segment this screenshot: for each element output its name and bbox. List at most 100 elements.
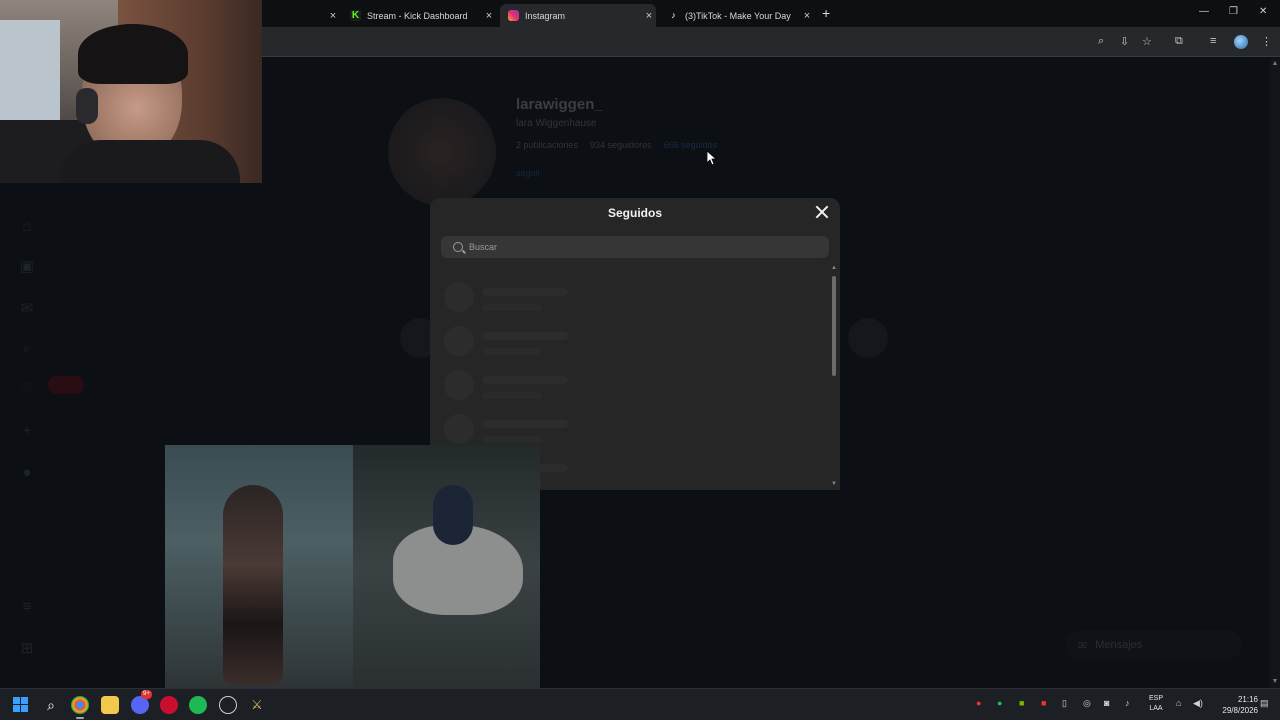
microphone-icon[interactable]: ♪ [1125, 698, 1130, 708]
media-control-icon[interactable]: ≡ [1210, 35, 1216, 47]
follow-button[interactable]: seguir [516, 168, 541, 178]
webcam-body [60, 140, 240, 183]
discord-badge: 9+ [141, 690, 152, 699]
profile-nav-icon[interactable]: ● [18, 464, 36, 482]
profile-picture[interactable] [388, 98, 496, 206]
spotify-icon[interactable] [189, 696, 207, 714]
tab-close-icon[interactable]: × [326, 10, 340, 22]
league-icon[interactable]: ⚔ [248, 696, 266, 714]
tab-title: (3)TikTok - Make Your Day [685, 10, 791, 21]
messenger-icon[interactable]: ✉ [18, 300, 36, 318]
restore-icon[interactable]: ❐ [1229, 6, 1238, 17]
install-app-icon[interactable]: ⇩ [1120, 35, 1129, 48]
steam-tray-icon[interactable]: ◎ [1083, 698, 1091, 709]
more-menu-icon[interactable]: ≡ [18, 598, 36, 616]
volume-icon[interactable]: ◀) [1193, 698, 1203, 709]
following-link[interactable]: 666 seguidos [664, 140, 718, 150]
windows-start-icon[interactable] [12, 696, 30, 714]
system-clock[interactable]: 21:16 29/8/2026 [1208, 694, 1258, 716]
lang-code: ESP [1148, 695, 1163, 702]
skeleton-avatar [444, 414, 474, 444]
skeleton-line [482, 392, 542, 399]
search-input[interactable] [469, 242, 809, 252]
create-icon[interactable]: + [18, 422, 36, 440]
headset-icon [76, 88, 98, 124]
search-box[interactable] [441, 236, 829, 258]
heart-icon[interactable]: ♡ [18, 380, 36, 398]
photo-overlay [165, 445, 540, 688]
nvidia-icon[interactable]: ■ [1019, 698, 1024, 708]
photo-person [223, 485, 283, 685]
scroll-up-arrow-icon[interactable]: ▲ [831, 265, 837, 271]
tab-instagram[interactable]: Instagram × [500, 4, 656, 27]
messages-button[interactable]: ✉ Mensajes [1066, 630, 1242, 660]
menu-kebab-icon[interactable]: ⋮ [1261, 35, 1272, 48]
file-explorer-icon[interactable] [101, 696, 119, 714]
red-tray-icon[interactable]: ■ [1041, 698, 1046, 708]
tiktok-icon: ♪ [671, 10, 676, 20]
meta-apps-icon[interactable]: ⊞ [18, 640, 36, 658]
clock-time: 21:16 [1237, 695, 1258, 704]
page-scroll-up-icon[interactable]: ▲ [1270, 60, 1280, 67]
new-tab-button[interactable]: + [822, 5, 830, 21]
skeleton-line [482, 420, 568, 428]
network-icon[interactable]: ⌂ [1176, 698, 1181, 708]
photo-polo [353, 445, 540, 688]
skeleton-line [482, 436, 542, 443]
search-nav-icon[interactable]: ⌕ [18, 340, 36, 358]
reels-icon[interactable]: ▣ [18, 258, 36, 276]
usb-icon[interactable]: ▯ [1062, 698, 1067, 709]
tab-title: Stream - Kick Dashboard [367, 10, 468, 21]
obs-icon[interactable] [219, 696, 237, 714]
loading-row [444, 280, 584, 314]
page-scrollbar[interactable] [1270, 58, 1280, 688]
windows-taskbar: ⌕ 9+ ⚔ ● ● ■ ■ ▯ ◎ ◙ ♪ ESP LAA ⌂ ◀) 21:1… [0, 688, 1280, 720]
skeleton-line [482, 348, 542, 355]
tab-kick-dashboard[interactable]: K Stream - Kick Dashboard × [342, 4, 496, 27]
skeleton-avatar [444, 326, 474, 356]
skeleton-avatar [444, 282, 474, 312]
modal-header: Seguidos [430, 198, 840, 228]
tab-close-icon[interactable]: × [642, 10, 656, 22]
lang-layout: LAA [1149, 705, 1163, 712]
window-close-icon[interactable]: ✕ [1259, 6, 1267, 17]
page-scroll-down-icon[interactable]: ▼ [1270, 678, 1280, 685]
posts-count: 2 publicaciones [516, 140, 579, 150]
language-indicator[interactable]: ESP LAA [1143, 694, 1169, 714]
highlight-story[interactable] [848, 318, 888, 358]
skeleton-line [482, 332, 568, 340]
skeleton-line [482, 376, 568, 384]
zoom-icon[interactable]: ⌕ [1098, 35, 1104, 48]
instagram-icon [508, 10, 519, 21]
profile-avatar-icon[interactable] [1234, 35, 1248, 49]
tab-tiktok[interactable]: ♪ (3)TikTok - Make Your Day × [660, 4, 814, 27]
profile-username: larawiggen_ [516, 96, 603, 113]
tab-hidden-left[interactable]: × [262, 4, 340, 27]
discord-icon[interactable]: 9+ [131, 690, 152, 714]
notification-center-icon[interactable]: ▤ [1260, 698, 1269, 709]
loading-row [444, 324, 584, 358]
taskbar-search-icon[interactable]: ⌕ [42, 696, 60, 714]
followers-link[interactable]: 934 seguidores [590, 140, 652, 150]
chrome-icon[interactable] [71, 696, 89, 719]
scroll-down-arrow-icon[interactable]: ▼ [831, 481, 837, 487]
modal-title: Seguidos [607, 206, 662, 220]
photo-beach [165, 445, 353, 688]
bookmark-star-icon[interactable]: ☆ [1142, 35, 1152, 48]
tab-close-icon[interactable]: × [800, 10, 814, 22]
spotify-tray-icon[interactable]: ● [997, 698, 1002, 708]
discord-tray-icon[interactable]: ◙ [1104, 698, 1109, 708]
webcam-overlay [0, 0, 262, 183]
minimize-icon[interactable]: — [1199, 6, 1209, 17]
mic-muted-icon[interactable]: ● [976, 698, 981, 708]
skeleton-avatar [444, 370, 474, 400]
modal-scrollbar[interactable] [832, 276, 836, 376]
loading-row [444, 368, 584, 402]
profile-stats: 2 publicaciones 934 seguidores 666 segui… [516, 140, 717, 150]
extensions-icon[interactable]: ⧉ [1175, 35, 1183, 48]
tab-close-icon[interactable]: × [482, 10, 496, 22]
close-icon[interactable] [814, 204, 830, 220]
red-app-icon[interactable] [160, 696, 178, 714]
webcam-window-background [0, 20, 60, 130]
home-icon[interactable]: ⌂ [18, 218, 36, 236]
